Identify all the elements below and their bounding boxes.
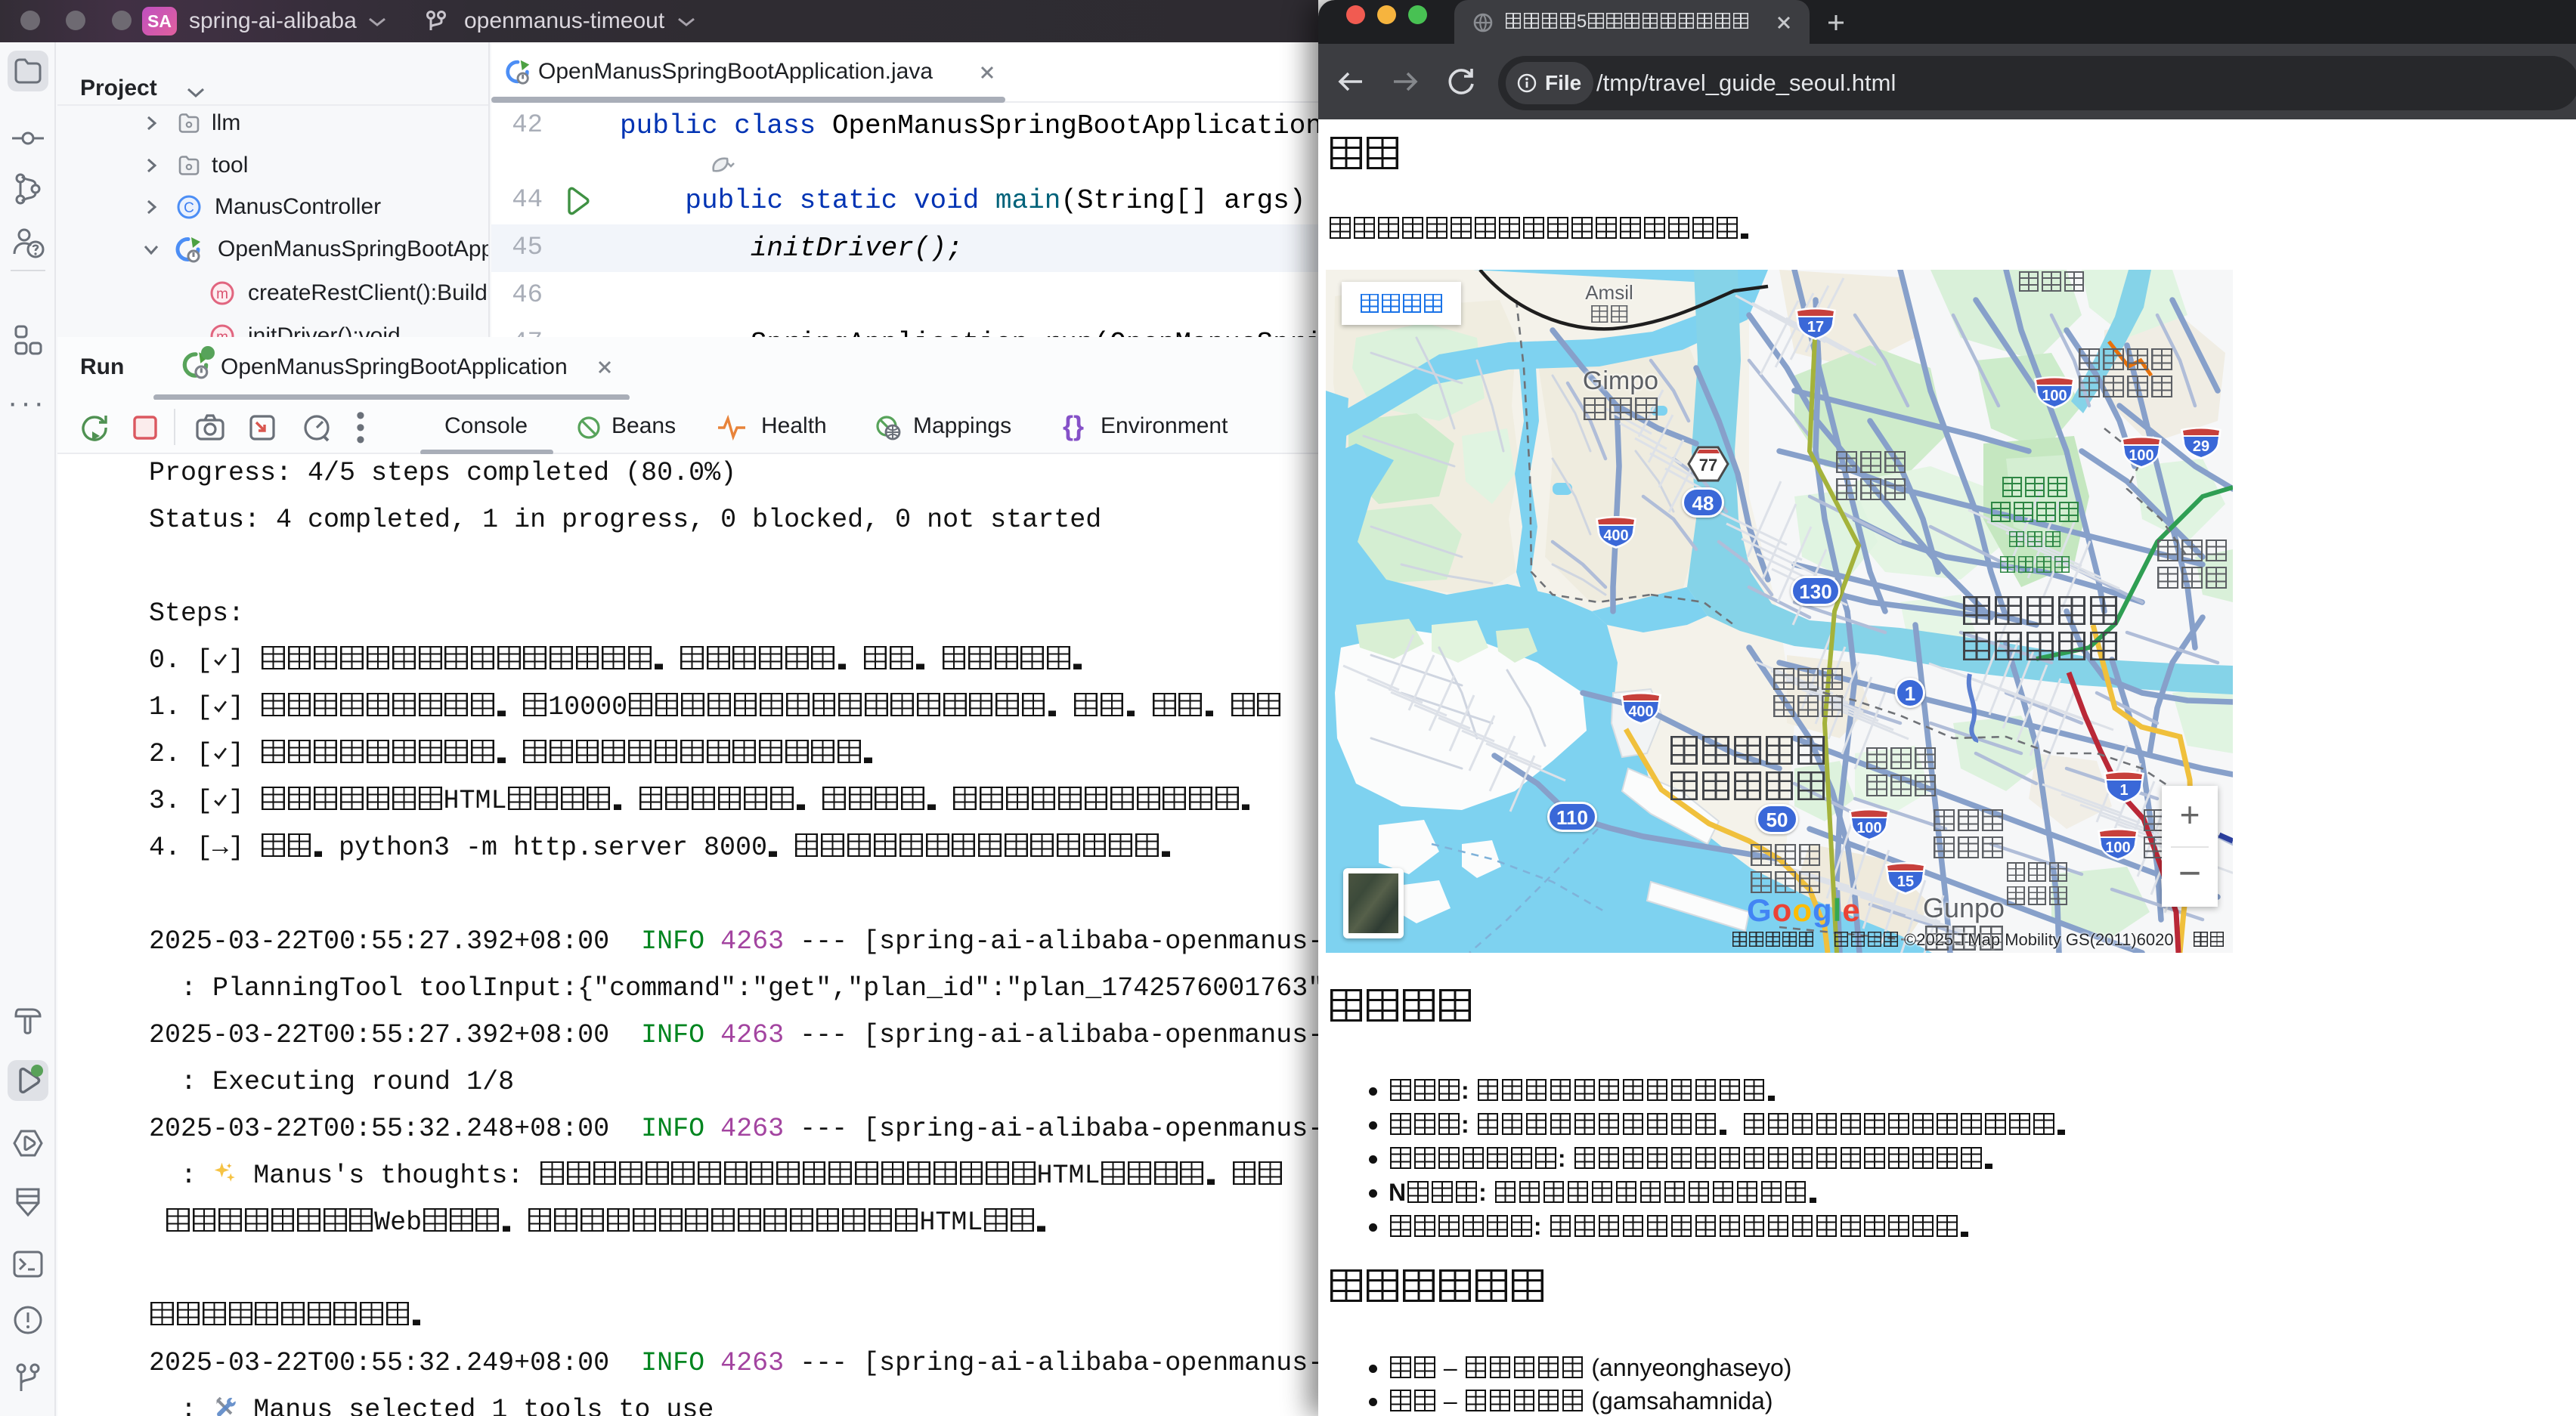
svg-text:29: 29 (2193, 438, 2209, 455)
svg-text:77: 77 (1699, 456, 1717, 475)
svg-text:15: 15 (1897, 873, 1914, 890)
svg-text:17: 17 (1807, 319, 1824, 335)
svg-text:m: m (216, 329, 228, 337)
svg-text:100: 100 (1856, 820, 1881, 836)
svg-text:1: 1 (2119, 782, 2128, 799)
svg-text:100: 100 (2129, 447, 2153, 464)
svg-text:m: m (216, 286, 228, 302)
svg-text:400: 400 (1628, 703, 1653, 720)
svg-text:100: 100 (2042, 388, 2067, 404)
svg-text:400: 400 (1603, 527, 1628, 544)
svg-text:100: 100 (2105, 839, 2130, 856)
svg-text:C: C (184, 200, 194, 216)
